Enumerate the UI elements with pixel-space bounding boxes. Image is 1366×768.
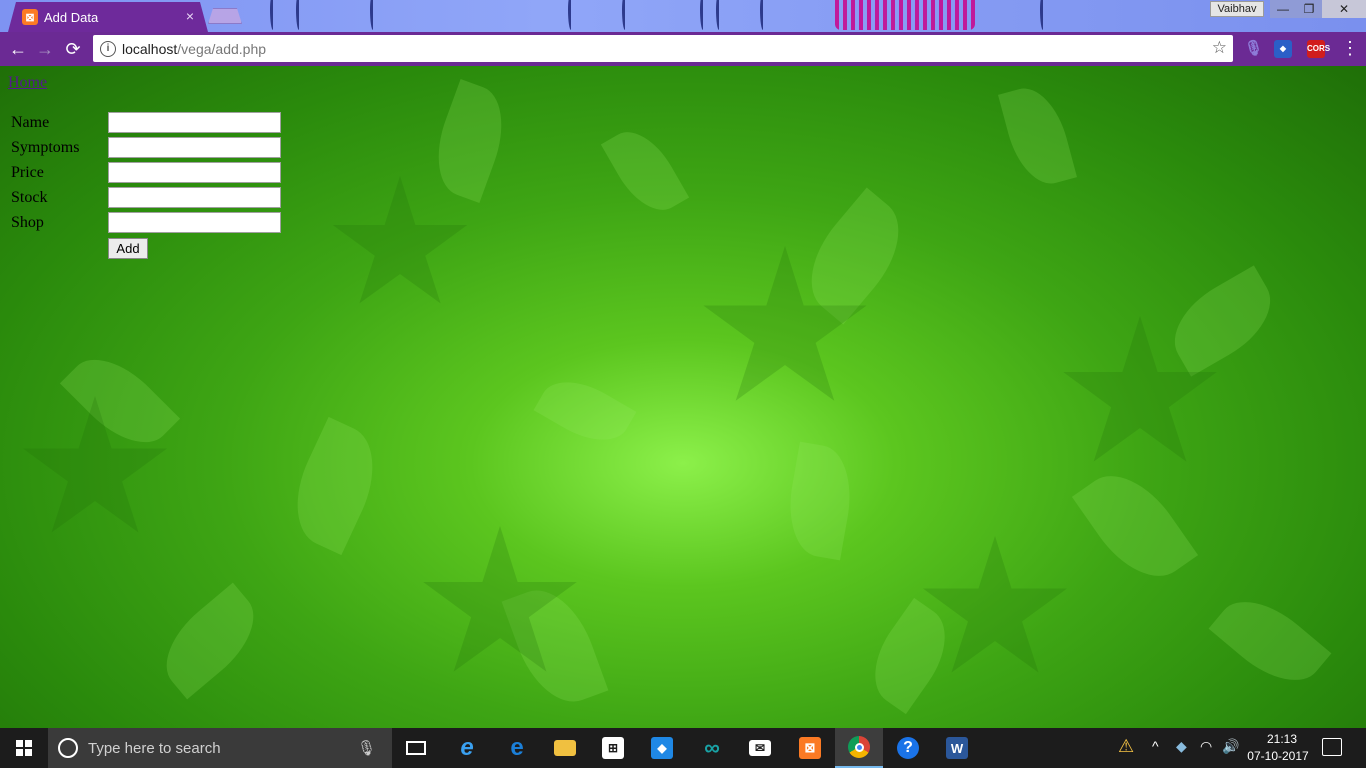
new-tab-button[interactable]: [208, 8, 242, 24]
form-row-name: Name: [8, 110, 298, 135]
wifi-icon[interactable]: ◠: [1200, 738, 1212, 755]
background-leaf: [789, 187, 921, 325]
add-button[interactable]: Add: [108, 238, 148, 259]
wallpaper-vine: [296, 0, 301, 30]
xampp-icon[interactable]: ⊠: [786, 728, 834, 768]
windows-taskbar: Type here to search 🎙 e e ⊞ ◆ ∞ ✉ ⊠ ? W …: [0, 728, 1366, 768]
form-row-shop: Shop: [8, 210, 298, 235]
search-placeholder: Type here to search: [88, 739, 221, 757]
price-label: Price: [11, 164, 44, 181]
shop-label: Shop: [11, 214, 44, 231]
tab-title: Add Data: [44, 9, 99, 25]
close-window-button[interactable]: ✕: [1322, 0, 1366, 18]
store-icon[interactable]: ⊞: [589, 728, 637, 768]
background-leaf: [533, 366, 637, 456]
start-button[interactable]: [0, 728, 48, 768]
cors-extension-icon[interactable]: CORS: [1307, 40, 1330, 58]
minimize-button[interactable]: —: [1270, 0, 1296, 18]
clock-date[interactable]: 07-10-2017: [1247, 749, 1309, 763]
voice-extension-icon[interactable]: 🎙: [1244, 40, 1263, 58]
form-row-symptoms: Symptoms: [8, 135, 298, 160]
wallpaper-vine: [270, 0, 275, 30]
home-link[interactable]: Home: [8, 74, 47, 92]
form-row-stock: Stock: [8, 185, 298, 210]
extension-icon[interactable]: ◆: [1274, 40, 1292, 58]
wallpaper-vine: [568, 0, 573, 30]
file-explorer-icon[interactable]: [541, 728, 589, 768]
windows-logo-icon: [16, 740, 32, 756]
show-hidden-icons-icon[interactable]: ^: [1152, 738, 1159, 754]
forward-button[interactable]: →: [33, 37, 57, 61]
price-input[interactable]: [108, 162, 281, 183]
clock-time[interactable]: 21:13: [1262, 732, 1302, 746]
bookmark-star-icon[interactable]: ☆: [1212, 38, 1227, 58]
warning-icon[interactable]: ⚠: [1118, 736, 1134, 757]
site-info-icon[interactable]: i: [100, 40, 116, 57]
page-viewport: Home Name Symptoms Price Stock Shop Add: [0, 66, 1366, 728]
browser-tab[interactable]: ⊠ Add Data ×: [8, 2, 208, 32]
background-leaf: [1158, 265, 1287, 377]
task-view-icon[interactable]: [392, 728, 440, 768]
background-leaf: [600, 119, 690, 223]
internet-explorer-icon[interactable]: e: [443, 728, 491, 768]
wallpaper-vine: [1040, 0, 1045, 30]
background-leaf: [1071, 456, 1199, 596]
wallpaper-vine: [716, 0, 721, 30]
browser-toolbar: ← → ⟳ i localhost /vega/add.php ☆ 🎙 ◆ CO…: [0, 32, 1366, 66]
microphone-icon[interactable]: 🎙: [357, 739, 376, 757]
dropbox-icon[interactable]: ◆: [638, 728, 686, 768]
profile-button[interactable]: Vaibhav: [1210, 1, 1264, 17]
shop-input[interactable]: [108, 212, 281, 233]
stock-input[interactable]: [108, 187, 281, 208]
volume-icon[interactable]: 🔊: [1222, 738, 1239, 755]
wallpaper-vine: [700, 0, 705, 30]
name-input[interactable]: [108, 112, 281, 133]
stock-label: Stock: [11, 189, 48, 206]
cortana-icon: [58, 738, 78, 758]
maximize-button[interactable]: ❐: [1296, 0, 1322, 18]
url-host: localhost: [122, 40, 178, 57]
background-leaf: [148, 582, 272, 700]
arduino-icon[interactable]: ∞: [688, 728, 736, 768]
reload-button[interactable]: ⟳: [61, 37, 85, 61]
taskbar-search[interactable]: Type here to search 🎙: [48, 728, 392, 768]
address-bar[interactable]: i localhost /vega/add.php ☆: [93, 35, 1233, 62]
chrome-icon[interactable]: [835, 728, 883, 768]
symptoms-label: Symptoms: [11, 139, 80, 156]
action-center-icon[interactable]: [1322, 738, 1342, 756]
background-leaf: [422, 79, 518, 203]
background-leaf: [59, 340, 181, 462]
background-leaf: [997, 80, 1078, 192]
tab-close-icon[interactable]: ×: [186, 8, 194, 24]
wallpaper-flower: [835, 0, 975, 30]
help-icon[interactable]: ?: [884, 728, 932, 768]
browser-menu-icon[interactable]: ⋮: [1340, 38, 1360, 59]
background-leaf: [856, 597, 964, 715]
xampp-favicon-icon: ⊠: [22, 9, 38, 25]
wallpaper-vine: [622, 0, 627, 30]
background-leaf: [1208, 582, 1332, 700]
name-label: Name: [11, 114, 50, 131]
background-leaf: [780, 441, 860, 561]
mail-icon[interactable]: ✉: [736, 728, 784, 768]
back-button[interactable]: ←: [6, 37, 30, 61]
url-path: /vega/add.php: [177, 40, 267, 57]
form-row-price: Price: [8, 160, 298, 185]
browser-titlebar: ⊠ Add Data × Vaibhav — ❐ ✕: [0, 0, 1366, 32]
wallpaper-vine: [760, 0, 765, 30]
background-star: [923, 536, 1067, 673]
edge-icon[interactable]: e: [493, 728, 541, 768]
dropbox-tray-icon[interactable]: ◆: [1176, 738, 1187, 755]
symptoms-input[interactable]: [108, 137, 281, 158]
background-leaf: [277, 416, 393, 556]
word-icon[interactable]: W: [933, 728, 981, 768]
wallpaper-vine: [370, 0, 375, 30]
background-star: [332, 176, 468, 304]
